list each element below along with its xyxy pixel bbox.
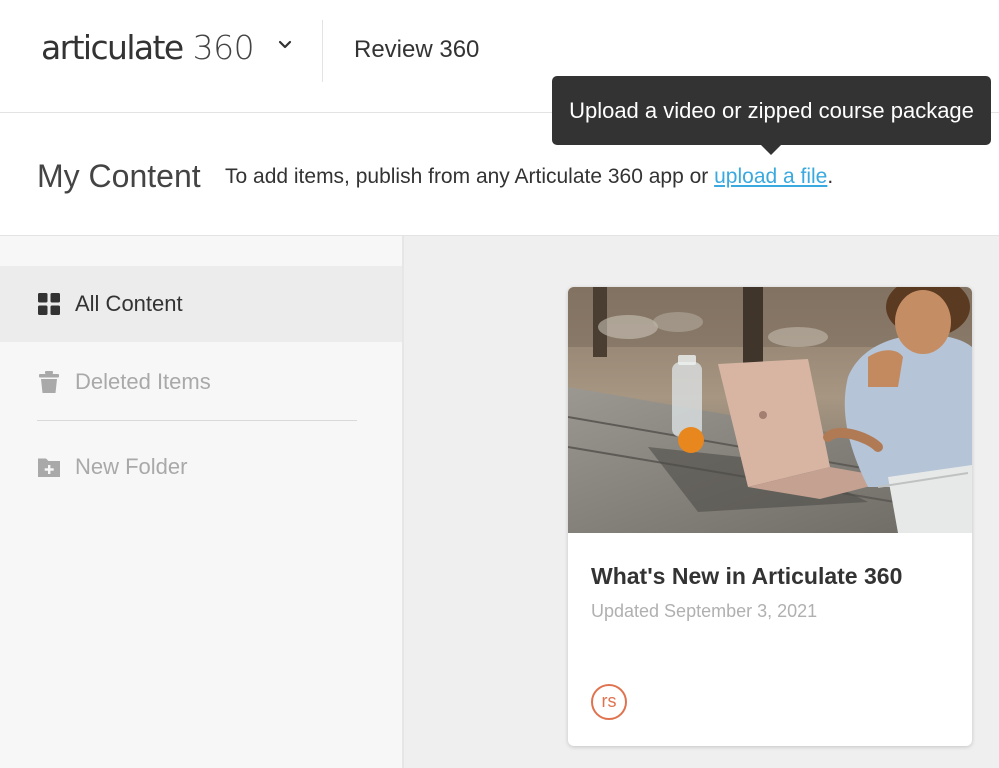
sidebar: All Content Deleted Items New Folder [0, 236, 404, 768]
hint-text: To add items, publish from any Articulat… [225, 165, 715, 188]
grid-icon [38, 293, 60, 315]
content-card[interactable]: What's New in Articulate 360 Updated Sep… [568, 287, 972, 746]
articulate-360-logo[interactable]: articulate 360 [41, 28, 255, 67]
card-title: What's New in Articulate 360 [591, 563, 903, 589]
logo-number: 360 [192, 28, 255, 67]
chevron-down-icon[interactable] [276, 36, 294, 54]
logo-wordmark: articulate [41, 28, 184, 67]
tooltip-text: Upload a video or zipped course package [569, 97, 974, 123]
avatar-initials: rs [601, 690, 617, 711]
add-folder-icon [38, 458, 60, 477]
sidebar-item-all-content[interactable]: All Content [0, 266, 402, 342]
sidebar-item-deleted-items[interactable]: Deleted Items [0, 344, 402, 420]
card-updated-date: Updated September 3, 2021 [591, 601, 818, 621]
course-thumbnail [568, 287, 972, 533]
sidebar-item-label: All Content [75, 291, 183, 316]
trash-icon [39, 371, 59, 393]
page-title: My Content [37, 158, 201, 194]
sidebar-item-label: Deleted Items [75, 369, 211, 394]
add-items-hint: To add items, publish from any Articulat… [225, 165, 833, 189]
upload-file-link[interactable]: upload a file [714, 165, 827, 188]
hint-period: . [827, 165, 834, 188]
sidebar-item-new-folder[interactable]: New Folder [0, 429, 402, 505]
tooltip-arrow [760, 144, 782, 155]
topbar-divider [322, 20, 323, 82]
sidebar-item-label: New Folder [75, 454, 188, 479]
app-name: Review 360 [354, 36, 480, 63]
sidebar-divider [37, 420, 357, 421]
avatar: rs [591, 684, 627, 720]
upload-tooltip: Upload a video or zipped course package [552, 76, 991, 145]
